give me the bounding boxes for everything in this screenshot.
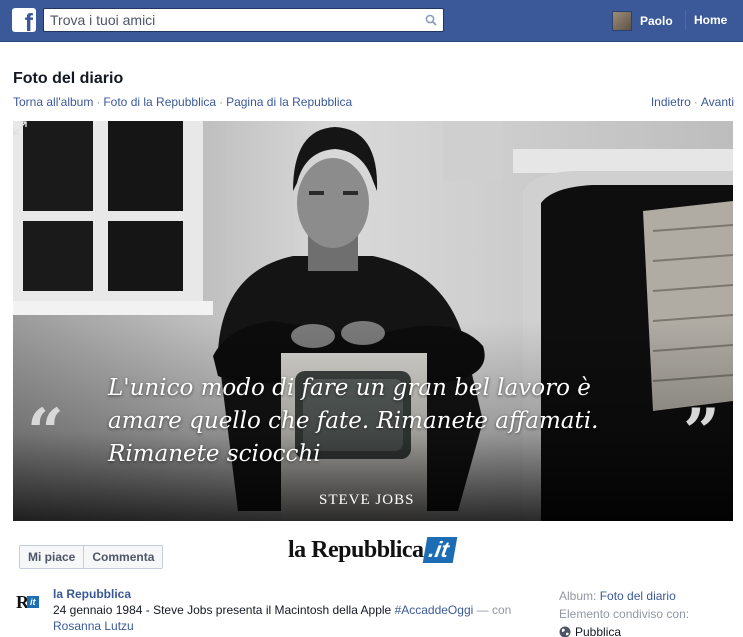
breadcrumb: Torna all'album · Foto di la Repubblica · Pa… (13, 95, 353, 109)
with-label: — con (473, 603, 512, 617)
brand-suffix: .it (422, 537, 457, 563)
repubblica-logo: la Repubblica .it (288, 530, 457, 570)
profile-link[interactable]: Paolo (612, 10, 673, 32)
profile-name[interactable]: Paolo (640, 14, 673, 28)
post-author-link[interactable]: la Repubblica (53, 587, 131, 601)
open-quote-mark: “ (27, 395, 64, 470)
hashtag-link[interactable]: #AccaddeOggi (395, 603, 474, 617)
quote-text: L'unico modo di fare un gran bel lavoro … (108, 375, 599, 467)
page-avatar[interactable]: R it (16, 592, 42, 614)
previous-link[interactable]: Indietro (651, 95, 691, 109)
audience-label: Pubblica (575, 625, 622, 637)
photo-meta: Album: Foto del diario Elemento condivis… (559, 587, 689, 637)
main-photo[interactable]: “ L'unico modo di fare un gran bel lavor… (13, 121, 733, 521)
home-link[interactable]: Home (694, 13, 727, 27)
brand-name: la Repubblica (288, 536, 424, 563)
nav-divider (685, 10, 686, 30)
quote-author: STEVE JOBS (319, 492, 415, 508)
back-to-album-link[interactable]: Torna all'album (13, 95, 93, 109)
search-icon[interactable] (425, 14, 437, 26)
page-title: Foto del diario (13, 70, 124, 87)
tagged-person-link[interactable]: Rosanna Lutzu (53, 619, 134, 633)
close-quote-mark: ” (683, 395, 720, 470)
album-link[interactable]: Foto del diario (600, 589, 676, 603)
comment-button[interactable]: Commenta (83, 546, 162, 568)
search-box (43, 8, 444, 32)
photo-pager: Indietro · Avanti (650, 95, 734, 109)
avatar[interactable] (612, 11, 632, 31)
caption-text: 24 gennaio 1984 - Steve Jobs presenta il… (53, 603, 395, 617)
facebook-logo-icon[interactable]: f (12, 8, 36, 32)
action-bar: Mi piace Commenta (19, 545, 164, 569)
shared-with-label: Elemento condiviso con: (559, 607, 690, 621)
globe-icon (559, 626, 571, 637)
audience-selector[interactable]: Pubblica (559, 623, 621, 637)
page-link[interactable]: Pagina di la Repubblica (226, 95, 352, 109)
next-link[interactable]: Avanti (701, 95, 734, 109)
search-input[interactable] (44, 9, 414, 31)
post-caption: 24 gennaio 1984 - Steve Jobs presenta il… (53, 602, 513, 634)
expand-icon[interactable] (13, 121, 27, 135)
like-button[interactable]: Mi piace (20, 546, 83, 568)
album-label: Album: (559, 589, 597, 603)
top-navigation-bar: f Paolo Home (0, 0, 743, 42)
photos-of-link[interactable]: Foto di la Repubblica (103, 95, 216, 109)
